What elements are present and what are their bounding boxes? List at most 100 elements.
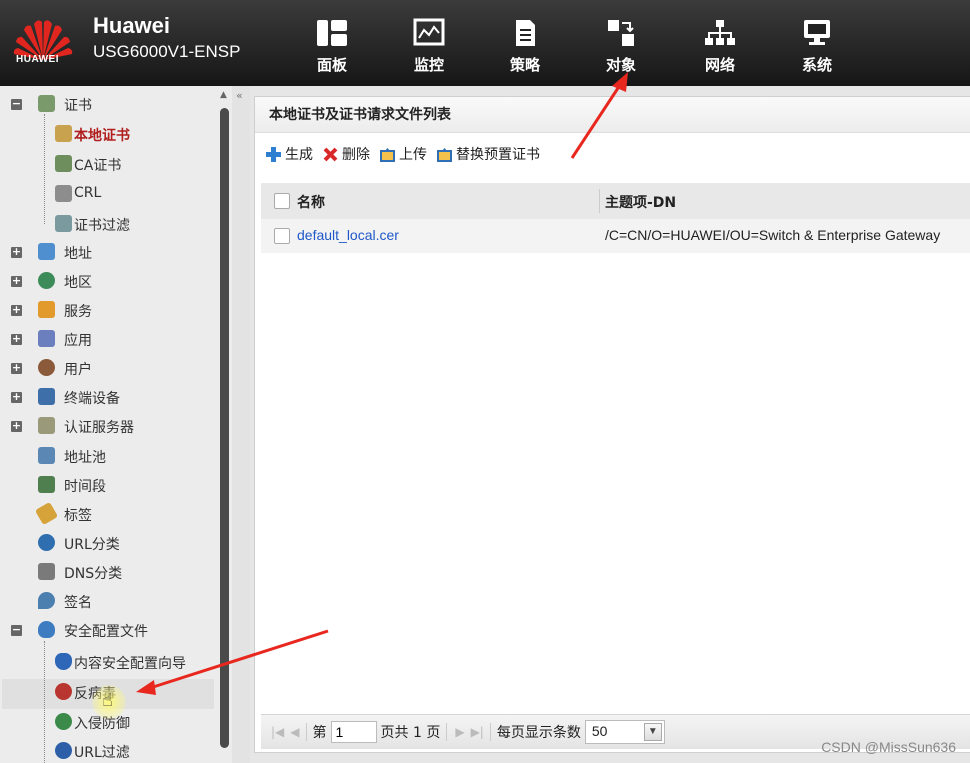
replace-preset-certificate-button[interactable]: 替换预置证书 <box>436 144 540 164</box>
logo-text: HUAWEI <box>16 54 59 65</box>
nav-dashboard[interactable]: 面板 <box>297 18 367 78</box>
upload-button[interactable]: 上传 <box>379 144 427 164</box>
collapse-toggle[interactable]: − <box>11 98 22 110</box>
tree-label: 时间段 <box>64 479 106 495</box>
collapse-left-icon[interactable]: « <box>236 89 243 102</box>
table-row[interactable]: default_local.cer /C=CN/O=HUAWEI/OU=Swit… <box>261 219 970 253</box>
tree-label: 认证服务器 <box>64 420 134 436</box>
main-content: 本地证书及证书请求文件列表 生成 删除 上传 替换预置证书 名称 主题项-DN … <box>250 86 970 763</box>
address-icon <box>38 243 55 260</box>
collapse-toggle[interactable]: − <box>11 624 22 636</box>
tree-node-auth-server[interactable]: + 认证服务器 <box>0 413 217 439</box>
tree-node-certificate[interactable]: − 证书 <box>0 91 217 117</box>
object-tree-sidebar: − 证书 本地证书 CA证书 CRL 证书过滤 + 地址 + 地区 + 服务 +… <box>0 86 217 763</box>
plus-icon <box>265 146 282 163</box>
prev-page-icon[interactable]: ◀ <box>290 725 299 739</box>
expand-toggle[interactable]: + <box>11 391 22 403</box>
tree-node-dns-category[interactable]: DNS分类 <box>0 559 217 585</box>
expand-toggle[interactable]: + <box>11 304 22 316</box>
last-page-icon[interactable]: ▶| <box>471 725 484 739</box>
tree-node-url-filter[interactable]: URL过滤 <box>0 738 217 763</box>
tree-label: 地址 <box>64 246 92 262</box>
column-header-dn[interactable]: 主题项-DN <box>605 192 676 212</box>
replace-label: 替换预置证书 <box>456 147 540 163</box>
nav-policy[interactable]: 策略 <box>490 18 560 78</box>
nav-object[interactable]: 对象 <box>586 18 656 78</box>
nav-network[interactable]: 网络 <box>685 18 755 78</box>
tree-node-time-range[interactable]: 时间段 <box>0 472 217 498</box>
delete-button[interactable]: 删除 <box>322 144 370 164</box>
column-header-name[interactable]: 名称 <box>297 192 325 212</box>
tree-label: 内容安全配置向导 <box>74 656 186 672</box>
scroll-up-arrow-icon[interactable]: ▲ <box>220 90 227 100</box>
tree-label: 应用 <box>64 333 92 349</box>
delete-x-icon <box>322 146 339 163</box>
tree-node-crl[interactable]: CRL <box>0 181 217 207</box>
ca-certificate-icon <box>55 155 72 172</box>
expand-toggle[interactable]: + <box>11 362 22 374</box>
tree-label: 本地证书 <box>74 128 130 144</box>
tree-label: URL分类 <box>64 537 120 553</box>
dns-category-icon <box>38 563 55 580</box>
tree-node-terminal-device[interactable]: + 终端设备 <box>0 384 217 410</box>
next-page-icon[interactable]: ▶ <box>455 725 464 739</box>
tree-node-address[interactable]: + 地址 <box>0 239 217 265</box>
row-checkbox[interactable] <box>274 228 290 244</box>
certificate-name-link[interactable]: default_local.cer <box>297 227 399 243</box>
hand-cursor-icon: ☝ <box>102 690 113 711</box>
watermark: CSDN @MissSun636 <box>821 739 956 755</box>
tree-node-certificate-filter[interactable]: 证书过滤 <box>0 211 217 237</box>
select-all-checkbox[interactable] <box>274 193 290 209</box>
system-icon <box>804 20 830 45</box>
nav-label: 对象 <box>605 56 636 74</box>
tree-node-address-pool[interactable]: 地址池 <box>0 443 217 469</box>
page-number-input[interactable] <box>330 721 377 743</box>
first-page-icon[interactable]: |◀ <box>271 725 284 739</box>
tree-node-application[interactable]: + 应用 <box>0 326 217 352</box>
intrusion-prevention-icon <box>55 713 72 730</box>
tree-node-service[interactable]: + 服务 <box>0 297 217 323</box>
url-category-icon <box>38 534 55 551</box>
per-page-select[interactable]: 50 ▼ <box>584 720 665 744</box>
tree-node-tag[interactable]: 标签 <box>0 501 217 527</box>
column-divider[interactable] <box>599 189 600 213</box>
tree-node-local-certificate[interactable]: 本地证书 <box>0 121 217 147</box>
terminal-device-icon <box>38 388 55 405</box>
certificate-dn: /C=CN/O=HUAWEI/OU=Switch & Enterprise Ga… <box>605 227 941 243</box>
tree-label: 证书过滤 <box>74 218 130 234</box>
sidebar-scrollbar[interactable]: ▲ <box>217 86 232 763</box>
upload-icon <box>379 146 396 163</box>
tree-node-url-category[interactable]: URL分类 <box>0 530 217 556</box>
network-icon <box>705 20 735 45</box>
local-certificate-icon <box>55 125 72 142</box>
generate-button[interactable]: 生成 <box>265 144 313 164</box>
panel-title: 本地证书及证书请求文件列表 <box>255 97 970 133</box>
service-icon <box>38 301 55 318</box>
tree-node-signature[interactable]: 签名 <box>0 588 217 614</box>
expand-toggle[interactable]: + <box>11 275 22 287</box>
tree-node-region[interactable]: + 地区 <box>0 268 217 294</box>
sidebar-collapse-bar[interactable]: « <box>232 86 250 763</box>
nav-system[interactable]: 系统 <box>782 18 852 78</box>
nav-label: 监控 <box>413 56 444 74</box>
nav-monitor[interactable]: 监控 <box>394 18 464 78</box>
tree-label: DNS分类 <box>64 566 123 582</box>
toolbar: 生成 删除 上传 替换预置证书 <box>265 143 549 165</box>
address-pool-icon <box>38 447 55 464</box>
expand-toggle[interactable]: + <box>11 333 22 345</box>
tree-node-content-security-wizard[interactable]: 内容安全配置向导 <box>0 649 217 675</box>
tree-label: 签名 <box>64 595 92 611</box>
tag-icon <box>34 501 59 526</box>
tree-node-user[interactable]: + 用户 <box>0 355 217 381</box>
tree-label: 安全配置文件 <box>64 624 148 640</box>
expand-toggle[interactable]: + <box>11 420 22 432</box>
antivirus-icon <box>55 683 72 700</box>
dashboard-icon <box>317 20 347 46</box>
tree-node-security-profile[interactable]: − 安全配置文件 <box>0 617 217 643</box>
chevron-down-icon[interactable]: ▼ <box>643 723 662 741</box>
policy-icon <box>516 20 535 46</box>
tree-node-ca-certificate[interactable]: CA证书 <box>0 151 217 177</box>
table-header: 名称 主题项-DN <box>261 183 970 220</box>
expand-toggle[interactable]: + <box>11 246 22 258</box>
scrollbar-thumb[interactable] <box>220 108 229 748</box>
